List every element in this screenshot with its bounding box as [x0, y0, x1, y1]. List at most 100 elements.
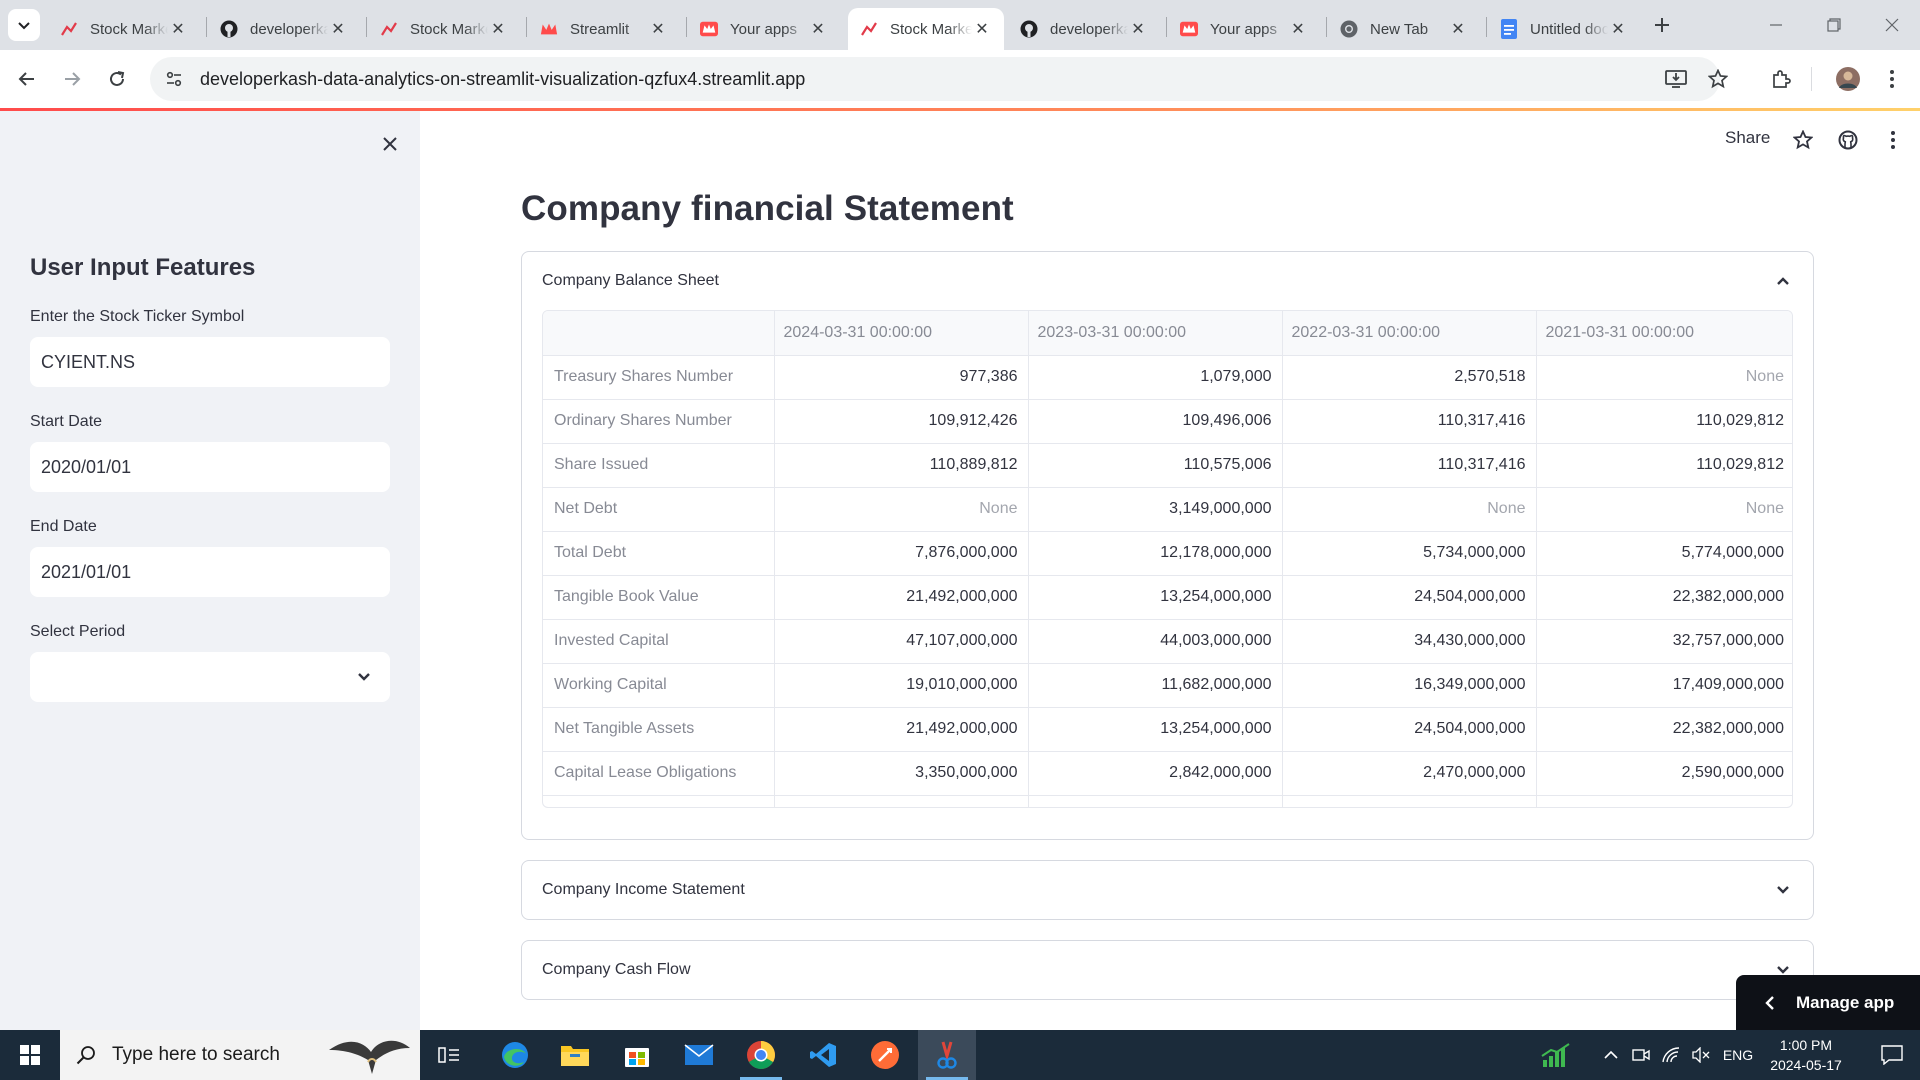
browser-tab[interactable]: Streamlit ✕: [528, 8, 680, 50]
table-row[interactable]: Working Capital 19,010,000,000 11,682,000,…: [543, 663, 1792, 708]
close-icon[interactable]: ✕: [328, 19, 348, 39]
browser-tab[interactable]: Your apps ✕: [1168, 8, 1320, 50]
browser-menu-button[interactable]: [1874, 61, 1910, 97]
taskbar-postman[interactable]: [856, 1030, 914, 1080]
reload-button[interactable]: [99, 61, 135, 97]
close-icon[interactable]: ✕: [972, 19, 992, 39]
taskbar-search-box[interactable]: Type here to search: [60, 1030, 420, 1080]
table-cell[interactable]: 977,386: [774, 355, 1029, 400]
table-row[interactable]: Invested Capital 47,107,000,000 44,003,000…: [543, 619, 1792, 664]
table-cell[interactable]: 7,876,000,000: [774, 531, 1029, 576]
taskbar-snipping-tool[interactable]: [918, 1030, 976, 1080]
minimize-button[interactable]: [1748, 0, 1804, 50]
table-cell[interactable]: 24,504,000,000: [1282, 575, 1537, 620]
stock-widget[interactable]: [1536, 1030, 1576, 1080]
table-cell[interactable]: None: [1536, 355, 1792, 400]
column-header[interactable]: 2021-03-31 00:00:00: [1536, 311, 1792, 356]
table-row[interactable]: Tangible Book Value 21,492,000,000 13,254,…: [543, 575, 1792, 620]
table-row[interactable]: Net Debt None 3,149,000,000 None None: [543, 487, 1792, 532]
row-header[interactable]: Invested Capital: [543, 619, 775, 664]
table-cell[interactable]: 5,774,000,000: [1536, 531, 1792, 576]
income-statement-expander-header[interactable]: Company Income Statement: [542, 861, 745, 919]
github-button[interactable]: [1835, 127, 1861, 153]
table-cell[interactable]: 19,010,000,000: [774, 663, 1029, 708]
close-icon[interactable]: ✕: [1448, 19, 1468, 39]
favorite-button[interactable]: [1790, 127, 1816, 153]
task-view-button[interactable]: [420, 1030, 478, 1080]
taskbar-edge[interactable]: [486, 1030, 544, 1080]
table-cell[interactable]: 24,504,000,000: [1282, 707, 1537, 752]
table-cell[interactable]: 2,470,000,000: [1282, 751, 1537, 796]
table-row[interactable]: Capital Lease Obligations 3,350,000,000 2,…: [543, 751, 1792, 796]
browser-tab[interactable]: New Tab ✕: [1328, 8, 1480, 50]
table-cell[interactable]: 34,430,000,000: [1282, 619, 1537, 664]
column-header[interactable]: 2022-03-31 00:00:00: [1282, 311, 1537, 356]
table-cell[interactable]: 1,079,000: [1028, 355, 1283, 400]
period-select[interactable]: [30, 652, 390, 702]
table-cell[interactable]: 11,682,000,000: [1028, 663, 1283, 708]
table-cell[interactable]: 13,254,000,000: [1028, 707, 1283, 752]
table-cell[interactable]: 109,912,426: [774, 399, 1029, 444]
table-cell[interactable]: 2,842,000,000: [1028, 751, 1283, 796]
table-cell[interactable]: 21,492,000,000: [774, 707, 1029, 752]
table-cell[interactable]: 110,317,416: [1282, 443, 1537, 488]
share-button[interactable]: Share: [1725, 128, 1770, 148]
browser-tab[interactable]: developerkash ✕: [208, 8, 360, 50]
table-cell[interactable]: 44,003,000,000: [1028, 619, 1283, 664]
income-statement-expander[interactable]: Company Income Statement: [521, 860, 1814, 920]
balance-sheet-dataframe[interactable]: 2024-03-31 00:00:00 2023-03-31 00:00:00 …: [542, 310, 1793, 808]
input-language[interactable]: ENG: [1718, 1030, 1758, 1080]
column-header[interactable]: 2023-03-31 00:00:00: [1028, 311, 1283, 356]
table-row[interactable]: Share Issued 110,889,812 110,575,006 110,31…: [543, 443, 1792, 488]
browser-tab-active[interactable]: Stock Market ✕: [848, 8, 1004, 50]
browser-tab[interactable]: Untitled document ✕: [1488, 8, 1640, 50]
tab-search-button[interactable]: [8, 9, 40, 41]
table-row[interactable]: Net Tangible Assets 21,492,000,000 13,254,…: [543, 707, 1792, 752]
table-cell[interactable]: 110,575,006: [1028, 443, 1283, 488]
restore-button[interactable]: [1806, 0, 1862, 50]
row-header[interactable]: Net Tangible Assets: [543, 707, 775, 752]
address-bar[interactable]: developerkash-data-analytics-on-streamli…: [150, 57, 1720, 101]
cash-flow-expander-header[interactable]: Company Cash Flow: [542, 941, 691, 999]
window-close-button[interactable]: [1864, 0, 1920, 50]
table-cell[interactable]: None: [1282, 487, 1537, 532]
table-cell[interactable]: 12,178,000,000: [1028, 531, 1283, 576]
taskbar-store[interactable]: [608, 1030, 666, 1080]
chevron-up-icon[interactable]: [1773, 271, 1793, 291]
table-cell[interactable]: 3,149,000,000: [1028, 487, 1283, 532]
table-cell[interactable]: 110,317,416: [1282, 399, 1537, 444]
table-cell[interactable]: 110,889,812: [774, 443, 1029, 488]
table-cell[interactable]: None: [1536, 487, 1792, 532]
column-header[interactable]: 2024-03-31 00:00:00: [774, 311, 1029, 356]
table-cell[interactable]: 21,492,000,000: [774, 575, 1029, 620]
browser-tab[interactable]: Stock Market ✕: [48, 8, 200, 50]
chevron-down-icon[interactable]: [1773, 880, 1793, 900]
close-icon[interactable]: ✕: [648, 19, 668, 39]
start-date-input[interactable]: 2020/01/01: [30, 442, 390, 492]
forward-button[interactable]: [54, 61, 90, 97]
sidebar-close-button[interactable]: [376, 130, 404, 158]
column-header[interactable]: [543, 311, 775, 356]
volume-button[interactable]: [1688, 1030, 1714, 1080]
close-icon[interactable]: ✕: [808, 19, 828, 39]
taskbar-chrome[interactable]: [732, 1030, 790, 1080]
table-cell[interactable]: 2,570,518: [1282, 355, 1537, 400]
table-cell[interactable]: None: [774, 487, 1029, 532]
close-icon[interactable]: ✕: [1128, 19, 1148, 39]
balance-sheet-expander-header[interactable]: Company Balance Sheet: [542, 252, 719, 310]
table-cell[interactable]: 109,496,006: [1028, 399, 1283, 444]
close-icon[interactable]: ✕: [1288, 19, 1308, 39]
meet-now-button[interactable]: [1628, 1030, 1654, 1080]
table-cell[interactable]: 17,409,000,000: [1536, 663, 1792, 708]
table-cell[interactable]: 13,254,000,000: [1028, 575, 1283, 620]
site-info-icon[interactable]: [156, 61, 192, 97]
row-header[interactable]: Tangible Book Value: [543, 575, 775, 620]
browser-tab[interactable]: developerkash ✕: [1008, 8, 1160, 50]
show-hidden-icons-button[interactable]: [1598, 1030, 1624, 1080]
notifications-button[interactable]: [1864, 1030, 1920, 1080]
table-cell[interactable]: 22,382,000,000: [1536, 575, 1792, 620]
browser-tab[interactable]: Your apps ✕: [688, 8, 840, 50]
taskbar-mail[interactable]: [670, 1030, 728, 1080]
row-header[interactable]: Total Debt: [543, 531, 775, 576]
extensions-button[interactable]: [1763, 61, 1799, 97]
